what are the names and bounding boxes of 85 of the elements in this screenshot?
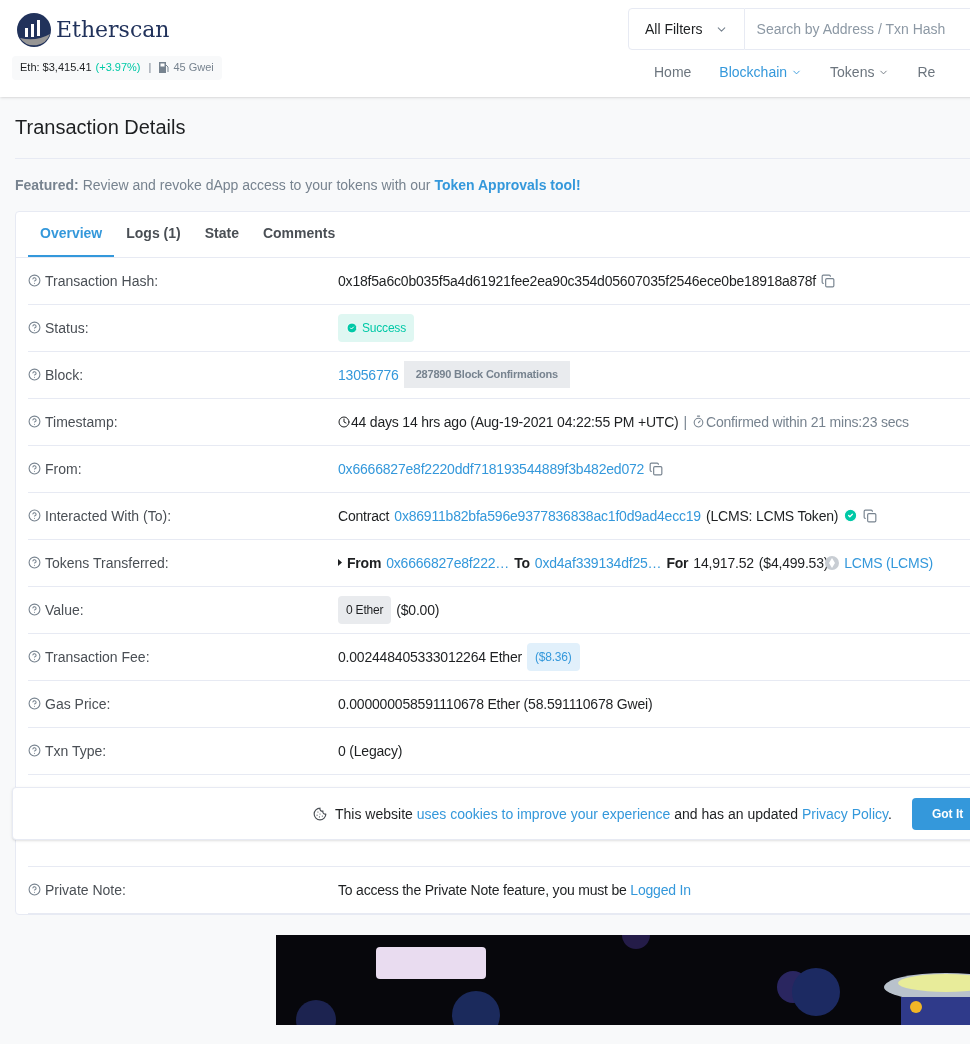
caret-icon[interactable]	[338, 559, 342, 567]
ether-badge: 0 Ether	[338, 595, 392, 624]
cookie-icon	[313, 806, 327, 821]
privacy-policy-link[interactable]: Privacy Policy	[801, 805, 889, 822]
help-icon[interactable]	[28, 883, 41, 897]
field-label: Txn Type:	[45, 741, 107, 761]
value-text: Contract	[338, 506, 390, 526]
field-label: Interacted With (To):	[45, 506, 172, 526]
help-icon[interactable]	[28, 697, 41, 711]
value-text: Confirmed within 21 mins:23 secs	[706, 412, 909, 432]
field-label: Value:	[45, 600, 84, 620]
tab[interactable]: Logs (1)	[114, 211, 193, 257]
value-text: ($4,499.53)	[758, 553, 829, 573]
brand-name[interactable]: Etherscan	[56, 14, 170, 46]
help-icon[interactable]	[28, 274, 41, 288]
price-change: (+3.97%)	[95, 60, 141, 75]
tab[interactable]: State	[192, 211, 251, 257]
copy-icon[interactable]	[863, 508, 878, 523]
nav-link[interactable]: Blockchain	[719, 62, 803, 82]
tab[interactable]: Overview	[28, 211, 115, 257]
field-label: Gas Price:	[45, 694, 111, 714]
search-field[interactable]: Search by Address / Txn Hash	[744, 8, 970, 50]
confirmations-badge: 287890 Block Confirmations	[403, 360, 570, 389]
private-note-text: To access the Private Note feature, you must be Logged In	[338, 880, 691, 900]
value-label: For	[666, 553, 689, 573]
help-icon[interactable]	[28, 368, 41, 382]
address-link[interactable]: 13056776	[338, 364, 399, 385]
logo-icon	[16, 12, 52, 48]
field-label: Tokens Transferred:	[45, 553, 169, 573]
value-label: To	[514, 553, 530, 573]
help-icon[interactable]	[28, 556, 41, 570]
nav-link[interactable]: Re	[917, 62, 936, 82]
check-circle-icon	[346, 321, 358, 334]
value-text: 0 (Legacy)	[338, 741, 403, 761]
value-text: ($0.00)	[396, 600, 440, 620]
value-text: 0.002448405333012264 Ether	[338, 647, 522, 667]
price-badge: ($8.36)	[527, 642, 580, 671]
token-icon	[825, 555, 840, 570]
help-icon[interactable]	[28, 509, 41, 523]
check-circle-icon	[843, 508, 859, 524]
gas-pump-icon	[159, 62, 170, 74]
address-link[interactable]: 0x6666827e8f2220ddf718193544889f3b482ed072	[338, 458, 645, 479]
help-icon[interactable]	[28, 744, 41, 758]
help-icon[interactable]	[28, 415, 41, 429]
field-label: Block:	[45, 365, 84, 385]
filter-dropdown[interactable]: All Filters	[628, 8, 745, 50]
field-label: Transaction Fee:	[45, 647, 150, 667]
field-label: Transaction Hash:	[45, 271, 159, 291]
value-text: 0x18f5a6c0b035f5a4d61921fee2ea90c354d05607035f2546ece0be18918a878f	[338, 271, 817, 291]
value-text: |	[683, 412, 687, 432]
page-title: Transaction Details	[15, 115, 187, 140]
featured-notice: Featured: Review and revoke dApp access to your tokens with our Token Approvals tool!	[15, 175, 582, 195]
help-icon[interactable]	[28, 462, 41, 476]
nav-link[interactable]: Home	[654, 62, 692, 82]
help-icon[interactable]	[28, 603, 41, 617]
token-approvals-link[interactable]: Token Approvals tool!	[434, 176, 581, 193]
status-badge: Success	[338, 313, 414, 342]
value-text: 0.000000058591110678 Ether (58.591110678 Gwei)	[338, 694, 653, 714]
copy-icon[interactable]	[821, 273, 836, 288]
tab[interactable]: Comments	[250, 211, 348, 257]
help-icon[interactable]	[28, 650, 41, 664]
nav-link[interactable]: Tokens	[830, 62, 890, 82]
value-text: 44 days 14 hrs ago (Aug-19-2021 04:22:55 PM +UTC)	[351, 412, 679, 432]
cookie-notice: This website uses cookies to improve your experience and has an updated Privacy Policy.	[335, 804, 892, 824]
address-link[interactable]: 0x6666827e8f222…	[386, 552, 510, 573]
value-text: 14,917.52	[693, 553, 754, 573]
gas-price: 45 Gwei	[173, 60, 214, 75]
field-label: From:	[45, 459, 82, 479]
field-label: Status:	[45, 318, 89, 338]
clock-icon	[338, 415, 350, 428]
value-text: (LCMS: LCMS Token)	[705, 506, 839, 526]
address-link[interactable]: 0x86911b82bfa596e9377836838ac1f0d9ad4ecc19	[394, 505, 701, 526]
cookie-policy-link[interactable]: uses cookies to improve your experience	[416, 805, 671, 822]
value-label: From	[347, 553, 382, 573]
field-label: Timestamp:	[45, 412, 118, 432]
eth-price: Eth: $3,415.41	[20, 60, 92, 75]
login-link[interactable]: Logged In	[630, 881, 691, 898]
accept-button[interactable]: Got It	[911, 797, 970, 830]
help-icon[interactable]	[28, 321, 41, 335]
timer-icon	[692, 415, 705, 429]
separator: |	[148, 60, 152, 75]
field-label: Private Note:	[45, 880, 126, 900]
address-link[interactable]: LCMS (LCMS)	[844, 552, 934, 573]
address-link[interactable]: 0xd4af339134df25…	[534, 552, 662, 573]
copy-icon[interactable]	[649, 461, 664, 476]
